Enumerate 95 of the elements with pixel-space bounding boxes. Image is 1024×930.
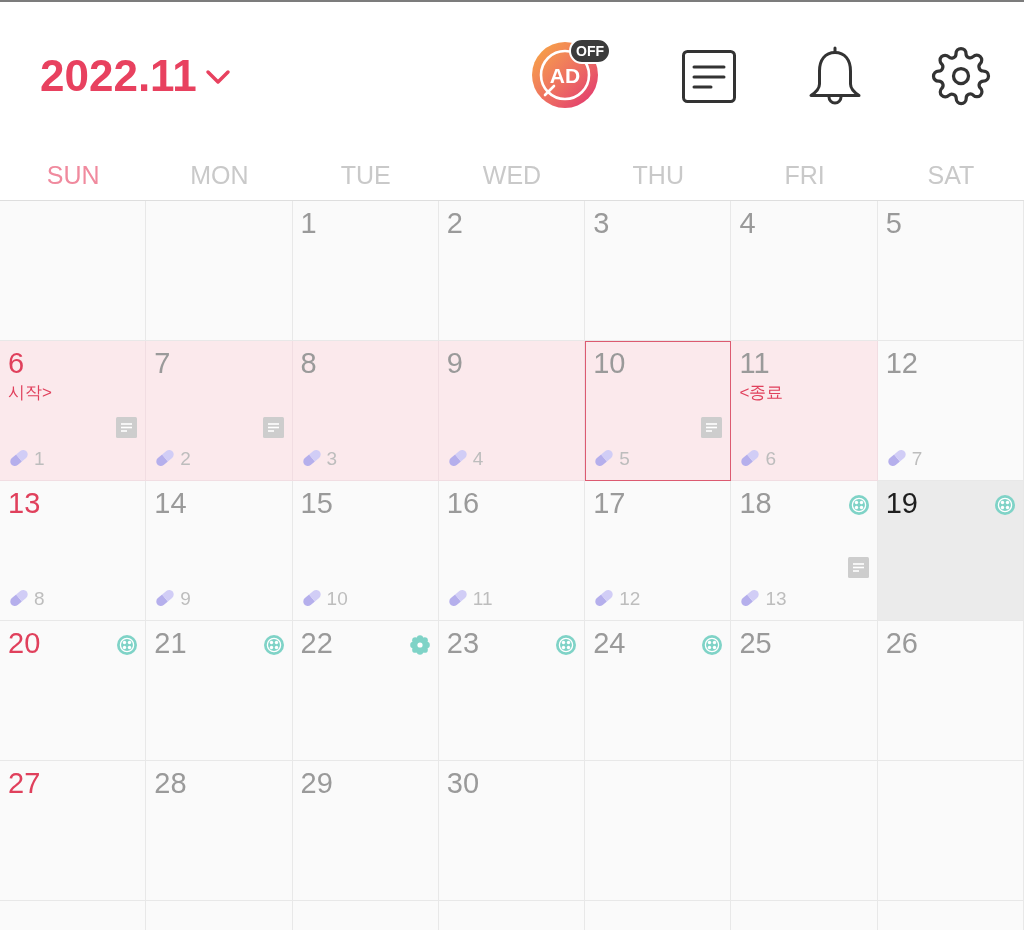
pill-icon (885, 448, 908, 468)
pill-icon (154, 588, 177, 608)
note-text: 시작> (8, 384, 52, 401)
date-number: 11 (739, 349, 770, 378)
day-cell[interactable]: 5 (877, 201, 1024, 341)
date-number: 9 (446, 349, 463, 378)
date-number: 3 (593, 209, 610, 238)
date-number: 8 (300, 349, 317, 378)
date-number: 24 (593, 629, 626, 658)
day-cell[interactable]: 21 (146, 621, 293, 761)
off-badge: OFF (569, 38, 611, 64)
pill-icon (739, 448, 762, 468)
date-number: 10 (593, 349, 626, 378)
day-cell[interactable]: 25 (731, 621, 878, 761)
day-cell[interactable]: 13 8 (0, 481, 147, 621)
day-cell[interactable]: 1 (292, 201, 439, 341)
date-number: 23 (446, 629, 480, 658)
day-cell[interactable]: 3 (585, 201, 732, 341)
day-cell[interactable]: 6 시작> 1 (0, 341, 147, 481)
pill-icon (446, 588, 469, 608)
pill-count: 4 (472, 448, 484, 468)
date-number: 19 (885, 489, 918, 518)
date-number: 30 (446, 769, 480, 798)
day-cell[interactable]: 2 (438, 201, 586, 341)
notes-icon[interactable] (682, 49, 736, 103)
date-number: 14 (154, 489, 187, 518)
pill-icon (154, 448, 177, 468)
pill-count: 12 (619, 588, 641, 608)
month-picker[interactable]: 2022.11 (40, 54, 231, 98)
pill-count: 5 (619, 448, 630, 468)
day-cell[interactable]: 29 (292, 761, 439, 901)
date-number: 18 (739, 489, 772, 518)
pill-icon (593, 588, 616, 608)
pill-count: 6 (765, 448, 776, 468)
day-cell[interactable]: 12 7 (877, 341, 1024, 481)
pill-count: 8 (34, 588, 45, 608)
date-number: 15 (300, 489, 333, 518)
day-cell[interactable]: 24 (585, 621, 732, 761)
date-number: 1 (300, 209, 317, 238)
date-number: 28 (154, 769, 187, 798)
day-cell[interactable]: 18 13 (731, 481, 878, 621)
date-number: 22 (300, 629, 333, 658)
date-number: 4 (739, 209, 756, 238)
date-number: 16 (446, 489, 480, 518)
day-cell[interactable]: 7 2 (146, 341, 293, 481)
chevron-down-icon (204, 69, 231, 85)
pill-count: 3 (326, 448, 338, 468)
weekday-label: SUN (45, 162, 101, 188)
pill-icon (446, 448, 469, 468)
day-cell[interactable]: 9 4 (438, 341, 586, 481)
day-cell[interactable]: 26 (877, 621, 1024, 761)
date-number: 5 (885, 209, 902, 238)
day-cell[interactable]: 14 9 (146, 481, 293, 621)
day-cell[interactable]: 4 (731, 201, 878, 341)
date-number: 26 (885, 629, 918, 658)
day-cell[interactable]: 8 3 (292, 341, 439, 481)
pill-count: 7 (911, 448, 923, 468)
pill-count: 10 (326, 588, 348, 608)
bell-icon[interactable] (807, 45, 863, 107)
day-cell[interactable]: 27 (0, 761, 147, 901)
date-number: 20 (8, 629, 41, 658)
day-cell[interactable]: 11 <종료 6 (731, 341, 878, 481)
pill-count: 11 (472, 588, 493, 608)
day-cell[interactable]: 20 (0, 621, 147, 761)
date-number: 17 (593, 489, 626, 518)
date-number: 7 (154, 349, 171, 378)
day-cell[interactable]: 15 10 (292, 481, 439, 621)
pill-count: 2 (180, 448, 191, 468)
pill-count: 1 (34, 448, 45, 468)
day-cell[interactable]: 17 12 (585, 481, 732, 621)
date-number: 27 (8, 769, 41, 798)
pill-count: 13 (765, 588, 787, 608)
pill-icon (593, 448, 616, 468)
pill-count: 9 (180, 588, 191, 608)
date-number: 29 (300, 769, 333, 798)
pill-icon (300, 448, 323, 468)
day-cell[interactable]: 22 (292, 621, 439, 761)
settings-icon[interactable] (931, 46, 991, 106)
pill-icon (739, 588, 762, 608)
date-number: 13 (8, 489, 41, 518)
date-number: 25 (739, 629, 772, 658)
pill-icon (8, 588, 30, 608)
date-number: 6 (8, 349, 25, 378)
day-cell[interactable]: 10 5 (585, 341, 732, 481)
pill-icon (300, 588, 323, 608)
day-cell[interactable]: 23 (438, 621, 586, 761)
day-cell[interactable]: 28 (146, 761, 293, 901)
note-text: <종료 (739, 384, 784, 401)
date-number: 2 (446, 209, 463, 238)
day-cell[interactable]: 16 11 (438, 481, 586, 621)
date-number: 21 (154, 629, 187, 658)
pill-icon (8, 448, 30, 468)
day-cell[interactable]: 19 (877, 481, 1024, 621)
day-cell[interactable]: 30 (438, 761, 586, 901)
date-number: 12 (885, 349, 918, 378)
